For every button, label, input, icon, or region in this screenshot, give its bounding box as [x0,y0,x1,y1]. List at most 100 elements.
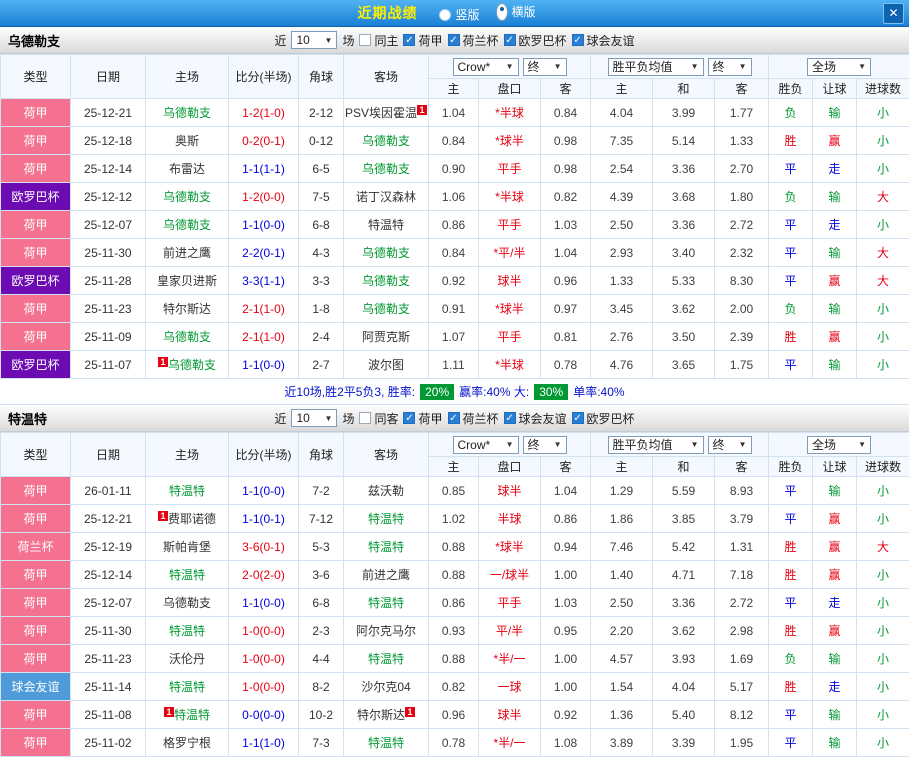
filter-checkbox[interactable]: ✓球会友谊 [572,32,635,49]
wdl-average-select[interactable]: 胜平负均值▼ [608,58,704,76]
home-team-cell: 特尔斯达 [146,295,229,323]
scope-select[interactable]: 全场▼ [807,436,871,454]
away-team-cell: 诺丁汉森林 [344,183,429,211]
scope-select[interactable]: 全场▼ [807,58,871,76]
corner-count: 7-2 [299,477,344,505]
home-team-cell: 特温特 [146,673,229,701]
avg-home-odds: 2.20 [591,617,653,645]
recent-count-select[interactable]: 10▼ [291,409,337,427]
corner-count: 4-4 [299,645,344,673]
rank-badge: 1 [164,707,174,717]
result-goals: 小 [857,589,909,617]
away-team-name: 特温特 [368,512,404,526]
checkbox-checked-icon: ✓ [403,34,415,46]
corner-count: 6-5 [299,155,344,183]
scope-select-value: 全场 [812,436,836,453]
odds-away: 0.95 [541,617,591,645]
corner-count: 8-2 [299,673,344,701]
odds-final-select[interactable]: 终▼ [523,436,567,454]
result-outcome: 平 [769,239,813,267]
avg-draw-odds: 3.36 [653,155,715,183]
filter-checkbox[interactable]: ✓荷甲 [403,410,442,427]
match-row: 欧罗巴杯25-11-071乌德勒支1-1(0-0)2-7波尔图1.11*半球0.… [1,351,909,379]
away-team-name: 诺丁汉森林 [356,190,416,204]
match-score: 3-3(1-1) [229,267,299,295]
odds-home: 0.84 [429,239,479,267]
sections-container: 乌德勒支近10▼场同主✓荷甲✓荷兰杯✓欧罗巴杯✓球会友谊类型日期主场比分(半场)… [0,27,909,757]
wdl-final-select[interactable]: 终▼ [708,436,752,454]
games-label: 场 [342,410,354,427]
chevron-down-icon: ▼ [858,62,866,71]
col-header: 客场 [344,55,429,99]
win-rate-chip: 20% [420,384,454,400]
filter-checkbox-label: 荷甲 [418,32,442,49]
home-team-cell: 特温特 [146,477,229,505]
filter-checkbox[interactable]: ✓荷甲 [403,32,442,49]
away-team-name: 特温特 [368,736,404,750]
odds-handicap: 球半 [479,701,541,729]
odds-home: 1.06 [429,183,479,211]
filter-checkbox-label: 球会友谊 [587,32,635,49]
league-badge: 荷甲 [1,589,71,617]
result-goals: 小 [857,351,909,379]
chevron-down-icon: ▼ [691,440,699,449]
league-badge: 荷甲 [1,295,71,323]
sub-col-header: 客 [541,79,591,99]
avg-away-odds: 2.70 [715,155,769,183]
wdl-final-select[interactable]: 终▼ [708,58,752,76]
close-button[interactable]: ✕ [883,3,904,24]
filter-checkbox[interactable]: ✓欧罗巴杯 [504,32,567,49]
match-date: 25-11-28 [71,267,146,295]
away-team-cell: 特温特 [344,729,429,757]
avg-away-odds: 2.32 [715,239,769,267]
odds-final-select[interactable]: 终▼ [523,58,567,76]
filter-checkbox[interactable]: 同客 [359,410,398,427]
team-section-header: 特温特近10▼场同客✓荷甲✓荷兰杯✓球会友谊✓欧罗巴杯 [0,405,909,432]
odds-handicap: 平手 [479,589,541,617]
layout-option-horizontal[interactable]: 横版 [496,3,536,21]
filter-checkbox[interactable]: ✓荷兰杯 [448,410,499,427]
league-badge: 荷甲 [1,729,71,757]
col-header: 角球 [299,433,344,477]
result-handicap: 走 [813,673,857,701]
filter-checkbox[interactable]: 同主 [359,32,398,49]
result-handicap: 走 [813,155,857,183]
away-team-name: 乌德勒支 [362,162,410,176]
match-date: 25-12-14 [71,561,146,589]
wdl-average-select[interactable]: 胜平负均值▼ [608,436,704,454]
odds-source-select[interactable]: Crow*▼ [453,58,519,76]
home-team-name: 沃伦丹 [169,652,205,666]
match-score: 0-0(0-0) [229,701,299,729]
result-goals: 小 [857,673,909,701]
odds-source-select[interactable]: Crow*▼ [453,436,519,454]
team-name: 特温特 [8,409,47,428]
odds-home: 1.07 [429,323,479,351]
layout-option-label: 竖版 [455,6,479,23]
result-handicap: 赢 [813,127,857,155]
sub-col-header: 主 [591,457,653,477]
layout-option-vertical[interactable]: 竖版 [439,6,479,23]
match-row: 荷甲25-12-211费耶诺德1-1(0-1)7-12特温特1.02半球0.86… [1,505,909,533]
league-badge: 荷兰杯 [1,533,71,561]
odds-source-select-value: Crow* [458,60,491,74]
match-row: 荷甲25-12-07乌德勒支1-1(0-0)6-8特温特0.86平手1.032.… [1,589,909,617]
filter-checkbox[interactable]: ✓欧罗巴杯 [572,410,635,427]
corner-count: 5-3 [299,533,344,561]
away-team-name: 乌德勒支 [362,302,410,316]
recent-count-select[interactable]: 10▼ [291,31,337,49]
home-team-cell: 特温特 [146,561,229,589]
filter-checkbox[interactable]: ✓荷兰杯 [448,32,499,49]
match-row: 荷甲25-11-02格罗宁根1-1(1-0)7-3特温特0.78*半/一1.08… [1,729,909,757]
result-handicap: 输 [813,351,857,379]
match-score: 1-2(0-0) [229,183,299,211]
match-score: 1-0(0-0) [229,673,299,701]
result-outcome: 胜 [769,617,813,645]
odds-home: 0.90 [429,155,479,183]
filter-checkbox[interactable]: ✓球会友谊 [504,410,567,427]
checkbox-checked-icon: ✓ [403,412,415,424]
matches-table: 类型日期主场比分(半场)角球客场Crow*▼终▼胜平负均值▼终▼全场▼主盘口客主… [0,432,909,757]
recent-count-select-value: 10 [296,33,309,47]
rank-badge: 1 [417,105,427,115]
result-goals: 大 [857,267,909,295]
match-score: 2-0(2-0) [229,561,299,589]
